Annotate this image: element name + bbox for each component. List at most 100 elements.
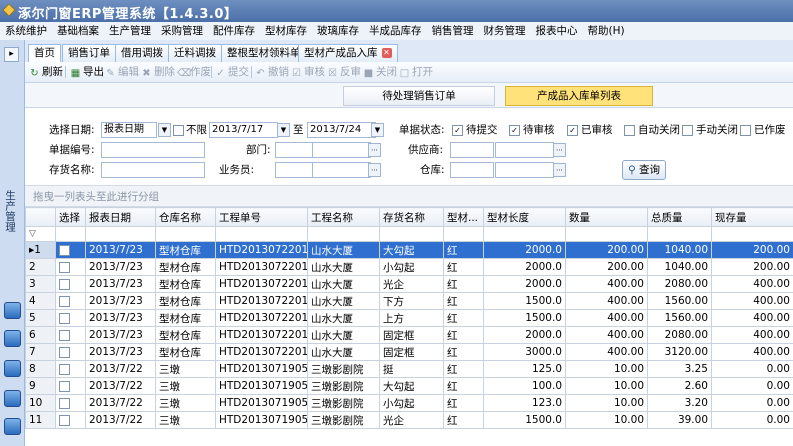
status-checkbox-pending-submit[interactable]: ✓ [452, 125, 463, 136]
filter-cell[interactable] [647, 226, 712, 242]
lookup-icon[interactable]: ⋯ [553, 163, 566, 177]
status-checkbox-manual-closed[interactable] [682, 125, 693, 136]
column-header[interactable]: 工程单号 [215, 207, 308, 227]
filter-cell[interactable] [565, 226, 648, 242]
filter-cell[interactable] [85, 226, 156, 242]
revoke-button[interactable]: ↶ 撤销 [255, 64, 289, 80]
row-checkbox[interactable] [59, 295, 70, 307]
date-type-select[interactable]: 报表日期 [101, 122, 157, 138]
column-header[interactable]: 选择 [55, 207, 86, 227]
row-checkbox[interactable] [59, 363, 70, 375]
filter-cell[interactable] [55, 226, 86, 242]
app-shortcut-icon[interactable] [4, 302, 21, 319]
table-row[interactable]: 3 2013/7/23 型材仓库 HTD2013072201 山水大厦 光企红 2000.0… [25, 275, 793, 293]
tab-finished-goods-inbound[interactable]: 型材产成品入库 ✕ [298, 44, 398, 62]
table-row[interactable]: 9 2013/7/22 三墩 HTD2013071905 三墩影剧院 大勾起红 100.0 1… [25, 377, 793, 395]
refresh-button[interactable]: ↻ 刷新 [29, 64, 63, 80]
row-select-cell[interactable] [55, 292, 86, 310]
menu-item[interactable]: 销售管理 [427, 22, 479, 40]
row-select-cell[interactable] [55, 394, 86, 412]
row-checkbox[interactable] [59, 261, 70, 273]
unlimited-checkbox[interactable] [173, 125, 184, 136]
column-header[interactable]: 仓库名称 [155, 207, 216, 227]
warehouse-input[interactable] [450, 162, 494, 178]
chevron-down-icon[interactable]: ▼ [158, 123, 171, 137]
menu-item[interactable]: 型材库存 [260, 22, 312, 40]
tab-pending-sales-orders[interactable]: 待处理销售订单 [343, 86, 495, 106]
supplier-input[interactable] [450, 142, 494, 158]
status-checkbox-voided[interactable] [740, 125, 751, 136]
table-row[interactable]: 8 2013/7/22 三墩 HTD2013071905 三墩影剧院挺红 125.0 10.… [25, 360, 793, 378]
warehouse-name-input[interactable] [495, 162, 554, 178]
export-button[interactable]: ▦ 导出 [70, 64, 104, 80]
status-checkbox-audited[interactable]: ✓ [567, 125, 578, 136]
filter-cell[interactable] [711, 226, 793, 242]
filter-cell[interactable] [155, 226, 216, 242]
tab-move-transfer[interactable]: 迁料调拨 [168, 44, 222, 62]
row-select-cell[interactable] [55, 258, 86, 276]
filter-cell[interactable] [215, 226, 308, 242]
open-doc-button[interactable]: □ 打开 [399, 64, 433, 80]
column-header[interactable]: 工程名称 [307, 207, 380, 227]
chevron-down-icon[interactable]: ▼ [277, 123, 290, 137]
row-checkbox[interactable] [59, 244, 70, 256]
delete-button[interactable]: ✖ 删除 [141, 64, 175, 80]
status-checkbox-auto-closed[interactable] [624, 125, 635, 136]
table-row[interactable]: 6 2013/7/23 型材仓库 HTD2013072201 山水大厦 固定框红 2000.… [25, 326, 793, 344]
tab-home[interactable]: 首页 [28, 44, 61, 63]
menu-item[interactable]: 半成品库存 [364, 22, 427, 40]
row-checkbox[interactable] [59, 278, 70, 290]
tab-borrow-transfer[interactable]: 借用调拨 [115, 44, 169, 62]
menu-item[interactable]: 报表中心 [531, 22, 583, 40]
row-checkbox[interactable] [59, 346, 70, 358]
lookup-icon[interactable]: ⋯ [368, 143, 381, 157]
row-checkbox[interactable] [59, 414, 70, 426]
audit-button[interactable]: ☑ 审核 [291, 64, 325, 80]
supplier-name-input[interactable] [495, 142, 554, 158]
table-row[interactable]: 4 2013/7/23 型材仓库 HTD2013072201 山水大厦 下方红 1500.0… [25, 292, 793, 310]
edit-button[interactable]: ✎ 编辑 [105, 64, 139, 80]
unaudit-button[interactable]: ☒ 反审 [327, 64, 361, 80]
date-from-input[interactable]: 2013/7/17 [209, 122, 278, 138]
table-row[interactable]: 7 2013/7/23 型材仓库 HTD2013072201 山水大厦 固定框红 3000.… [25, 343, 793, 361]
tab-profile-requisition[interactable]: 整根型材领料单 [221, 44, 307, 62]
tab-sales-order[interactable]: 销售订单 [62, 44, 116, 62]
row-select-cell[interactable] [55, 377, 86, 395]
row-checkbox[interactable] [59, 312, 70, 324]
clerk-name-input[interactable] [312, 162, 371, 178]
item-name-input[interactable] [101, 162, 205, 178]
row-select-cell[interactable] [55, 275, 86, 293]
table-row[interactable]: ▸1 2013/7/23 型材仓库 HTD2013072201 山水大厦 大勾起红 2000… [25, 241, 793, 259]
column-header[interactable]: 型材长度 [483, 207, 566, 227]
row-select-cell[interactable] [55, 360, 86, 378]
row-select-cell[interactable] [55, 343, 86, 361]
table-row[interactable]: 11 2013/7/22 三墩 HTD2013071905 三墩影剧院 光企红 1500.0… [25, 411, 793, 429]
row-select-cell[interactable] [55, 326, 86, 344]
date-to-input[interactable]: 2013/7/24 [307, 122, 376, 138]
menu-item[interactable]: 配件库存 [208, 22, 260, 40]
table-row[interactable]: 10 2013/7/22 三墩 HTD2013071905 三墩影剧院 小勾起红 123.0… [25, 394, 793, 412]
app-shortcut-icon[interactable] [4, 330, 21, 347]
tab-inbound-list[interactable]: 产成品入库单列表 [505, 86, 653, 106]
void-button[interactable]: ⌫作废 [177, 64, 211, 80]
lookup-icon[interactable]: ⋯ [368, 163, 381, 177]
menu-item[interactable]: 系统维护 [0, 22, 52, 40]
row-select-cell[interactable] [55, 241, 86, 259]
close-doc-button[interactable]: ■ 关闭 [363, 64, 397, 80]
submit-button[interactable]: ✓ 提交 [215, 64, 249, 80]
row-checkbox[interactable] [59, 329, 70, 341]
column-header[interactable]: 存货名称 [379, 207, 444, 227]
column-header[interactable]: 型材... [443, 207, 484, 227]
row-select-cell[interactable] [55, 411, 86, 429]
lookup-icon[interactable]: ⋯ [553, 143, 566, 157]
filter-cell[interactable] [379, 226, 444, 242]
group-by-area[interactable]: 拖曳一列表头至此进行分组 [25, 185, 793, 207]
expand-panel-icon[interactable]: ▸ [4, 47, 19, 62]
dept-name-input[interactable] [312, 142, 371, 158]
app-shortcut-icon[interactable] [4, 390, 21, 407]
app-shortcut-icon[interactable] [4, 360, 21, 377]
filter-cell[interactable] [443, 226, 484, 242]
column-header[interactable]: 报表日期 [85, 207, 156, 227]
menu-item[interactable]: 玻璃库存 [312, 22, 364, 40]
row-checkbox[interactable] [59, 380, 70, 392]
